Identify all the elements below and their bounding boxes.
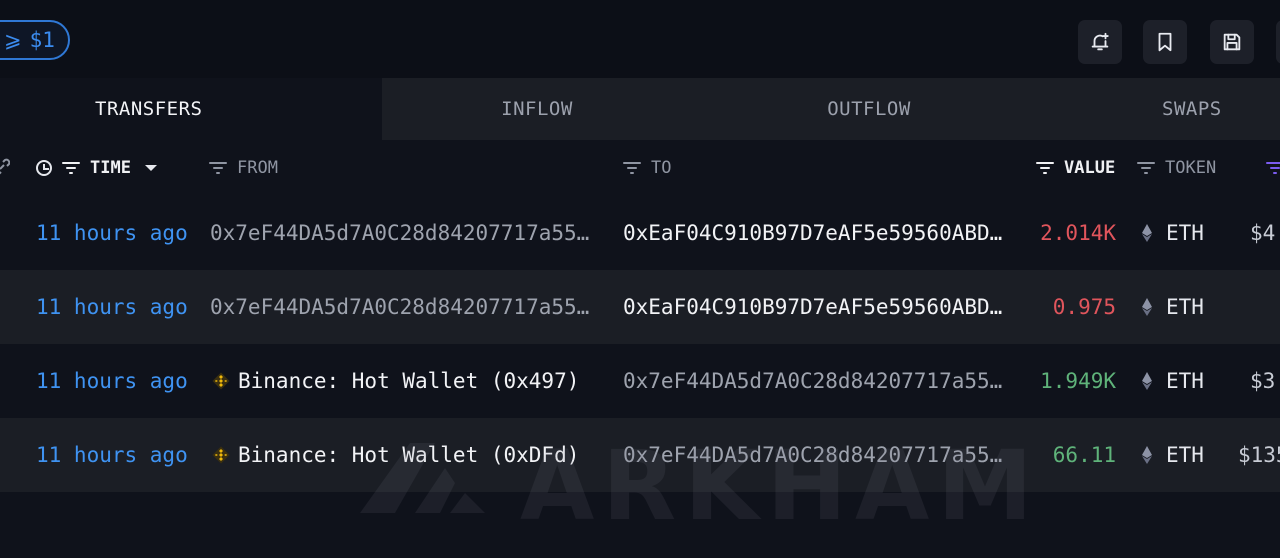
binance-icon (212, 372, 230, 390)
value-header-label: VALUE (1064, 158, 1116, 178)
tab-outflow[interactable]: OUTFLOW (692, 78, 1046, 140)
from-entity[interactable]: Binance: Hot Wallet (0x497) (212, 344, 612, 418)
table-row[interactable]: 11 hours ago 0x7eF44DA5d7A0C28d84207717a… (0, 270, 1280, 344)
token-cell[interactable]: ETH (1142, 270, 1232, 344)
usd-column-header[interactable] (1266, 140, 1280, 196)
from-address[interactable]: 0x7eF44DA5d7A0C28d84207717a55… (210, 196, 610, 270)
min-value-filter-pill[interactable]: ⩾ $1 (0, 20, 70, 60)
gte-symbol: ⩾ (4, 28, 22, 52)
tab-transfers[interactable]: TRANSFERS (0, 78, 382, 140)
usd-value: $3 (1250, 369, 1276, 393)
min-value-amount: $1 (29, 28, 55, 52)
arkham-logo-watermark (360, 443, 485, 513)
time-link[interactable]: 11 hours ago (36, 196, 206, 270)
tab-inflow[interactable]: INFLOW (382, 78, 692, 140)
ethereum-icon (1142, 224, 1152, 242)
filter-icon[interactable] (1036, 162, 1054, 174)
ethereum-icon (1142, 372, 1152, 390)
to-address[interactable]: 0x7eF44DA5d7A0C28d84207717a55… (623, 344, 1023, 418)
value-amount: 1.949K (1040, 369, 1116, 393)
token-cell[interactable]: ETH (1142, 344, 1232, 418)
save-button[interactable] (1210, 20, 1254, 64)
binance-icon (212, 446, 230, 464)
from-header-label: FROM (237, 158, 278, 178)
token-symbol: ETH (1166, 369, 1204, 393)
table-row[interactable]: 11 hours ago 0x7eF44DA5d7A0C28d84207717a… (0, 196, 1280, 270)
value-amount: 66.11 (1052, 443, 1116, 467)
time-column-header[interactable]: TIME (36, 140, 157, 196)
more-button[interactable] (1276, 20, 1280, 64)
bookmark-icon (1158, 32, 1172, 52)
ethereum-icon (1142, 446, 1152, 464)
alert-button[interactable] (1078, 20, 1122, 64)
token-symbol: ETH (1166, 221, 1204, 245)
bell-plus-icon (1091, 32, 1109, 51)
token-cell[interactable]: ETH (1142, 418, 1232, 492)
from-address[interactable]: 0x7eF44DA5d7A0C28d84207717a55… (210, 270, 610, 344)
time-header-label: TIME (90, 158, 131, 178)
from-entity-label: Binance: Hot Wallet (0x497) (238, 369, 580, 393)
tab-bar: TRANSFERS INFLOW OUTFLOW SWAPS (0, 78, 1280, 140)
to-column-header[interactable]: TO (623, 140, 671, 196)
from-column-header[interactable]: FROM (209, 140, 278, 196)
table-header: TIME FROM TO VALUE TOKEN (0, 140, 1280, 196)
token-symbol: ETH (1166, 295, 1204, 319)
time-link[interactable]: 11 hours ago (36, 270, 206, 344)
usd-value: $135 (1238, 443, 1280, 467)
clock-icon (36, 160, 52, 176)
token-symbol: ETH (1166, 443, 1204, 467)
value-amount: 0.975 (1052, 295, 1116, 319)
to-address[interactable]: 0xEaF04C910B97D7eAF5e59560ABD… (623, 196, 1023, 270)
value-amount: 2.014K (1040, 221, 1116, 245)
sort-desc-icon[interactable] (144, 165, 157, 171)
to-address[interactable]: 0xEaF04C910B97D7eAF5e59560ABD… (623, 270, 1023, 344)
token-cell[interactable]: ETH (1142, 196, 1232, 270)
filter-icon[interactable] (62, 162, 80, 174)
value-column-header[interactable]: VALUE (1036, 140, 1115, 196)
time-link[interactable]: 11 hours ago (36, 344, 206, 418)
token-column-header[interactable]: TOKEN (1137, 140, 1216, 196)
to-address[interactable]: 0x7eF44DA5d7A0C28d84207717a55… (623, 418, 1023, 492)
table-row[interactable]: 11 hours ago Binance: Hot Wallet (0x497)… (0, 344, 1280, 418)
filter-icon[interactable] (623, 162, 641, 174)
link-icon[interactable] (0, 158, 11, 176)
to-header-label: TO (651, 158, 672, 178)
table-row[interactable]: 11 hours ago Binance: Hot Wallet (0xDFd)… (0, 418, 1280, 492)
filter-icon[interactable] (1266, 162, 1280, 174)
usd-value (1250, 270, 1280, 344)
time-link[interactable]: 11 hours ago (36, 418, 206, 492)
toolbar: ⩾ $1 (0, 0, 1280, 78)
save-icon (1223, 33, 1241, 51)
ethereum-icon (1142, 298, 1152, 316)
bookmark-button[interactable] (1143, 20, 1187, 64)
filter-icon[interactable] (209, 162, 227, 174)
filter-icon[interactable] (1137, 162, 1155, 174)
token-header-label: TOKEN (1165, 158, 1217, 178)
usd-value: $4 (1250, 221, 1276, 245)
tab-swaps[interactable]: SWAPS (1046, 78, 1280, 140)
